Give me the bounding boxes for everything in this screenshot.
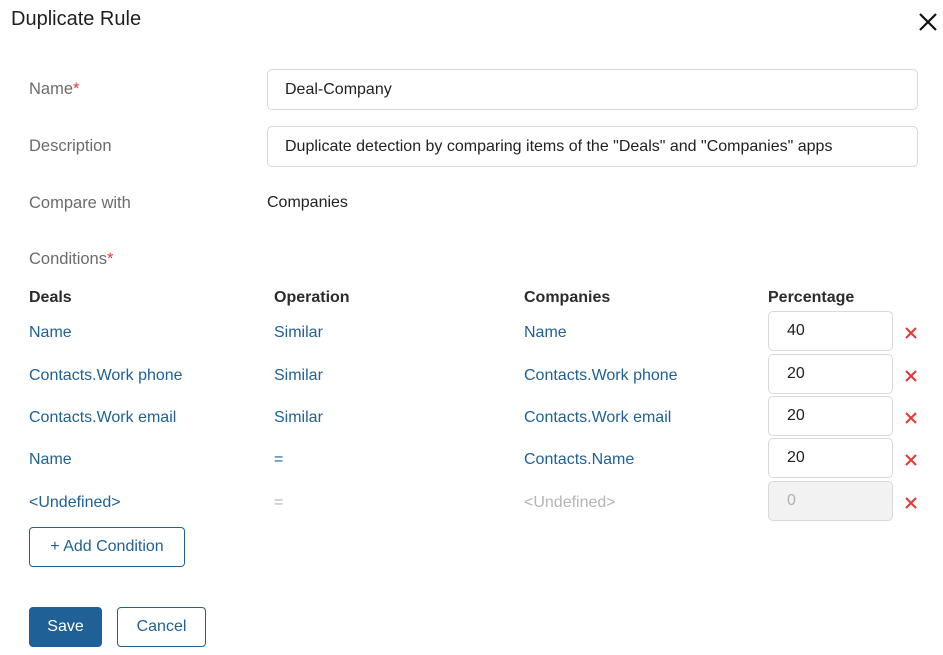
conditions-label: Conditions*	[29, 250, 114, 268]
column-header-percentage: Percentage	[768, 289, 855, 306]
delete-condition-button[interactable]	[903, 452, 919, 468]
condition-left-field[interactable]: <Undefined>	[29, 494, 121, 512]
condition-right-field[interactable]: Contacts.Work email	[524, 409, 671, 427]
save-button[interactable]: Save	[29, 607, 102, 647]
delete-condition-button[interactable]	[903, 410, 919, 426]
delete-condition-button[interactable]	[903, 325, 919, 341]
delete-x-icon	[905, 454, 917, 466]
condition-operation[interactable]: Similar	[274, 324, 323, 342]
required-mark: *	[73, 80, 80, 98]
delete-x-icon	[905, 412, 917, 424]
condition-left-field[interactable]: Contacts.Work phone	[29, 367, 183, 385]
required-mark: *	[106, 250, 114, 268]
percentage-input[interactable]: 20	[768, 354, 893, 394]
compare-with-value: Companies	[267, 194, 348, 211]
column-header-operation: Operation	[274, 289, 350, 306]
name-label: Name*	[29, 80, 80, 98]
delete-x-icon	[905, 370, 917, 382]
delete-x-icon	[905, 327, 917, 339]
delete-condition-button[interactable]	[903, 495, 919, 511]
condition-right-field[interactable]: Name	[524, 324, 567, 342]
delete-x-icon	[905, 497, 917, 509]
delete-condition-button[interactable]	[903, 368, 919, 384]
cancel-button[interactable]: Cancel	[117, 607, 206, 647]
column-header-deals: Deals	[29, 289, 72, 306]
dialog-title: Duplicate Rule	[11, 8, 142, 30]
close-button[interactable]	[916, 10, 940, 34]
condition-right-field[interactable]: <Undefined>	[524, 494, 616, 512]
compare-with-label: Compare with	[29, 194, 131, 212]
condition-left-field[interactable]: Name	[29, 324, 72, 342]
percentage-input[interactable]: 20	[768, 396, 893, 436]
condition-operation[interactable]: Similar	[274, 367, 323, 385]
description-input[interactable]: Duplicate detection by comparing items o…	[267, 126, 918, 167]
percentage-input[interactable]: 20	[768, 438, 893, 478]
condition-right-field[interactable]: Contacts.Work phone	[524, 367, 678, 385]
percentage-input: 0	[768, 481, 893, 521]
condition-left-field[interactable]: Contacts.Work email	[29, 409, 176, 427]
condition-operation[interactable]: =	[274, 494, 283, 512]
description-label: Description	[29, 137, 112, 155]
add-condition-button[interactable]: + Add Condition	[29, 527, 185, 567]
condition-operation[interactable]: Similar	[274, 409, 323, 427]
condition-operation[interactable]: =	[274, 451, 283, 469]
condition-left-field[interactable]: Name	[29, 451, 72, 469]
column-header-companies: Companies	[524, 289, 611, 306]
name-input[interactable]: Deal-Company	[267, 69, 918, 110]
condition-right-field[interactable]: Contacts.Name	[524, 451, 634, 469]
percentage-input[interactable]: 40	[768, 311, 893, 351]
close-icon	[919, 13, 937, 31]
